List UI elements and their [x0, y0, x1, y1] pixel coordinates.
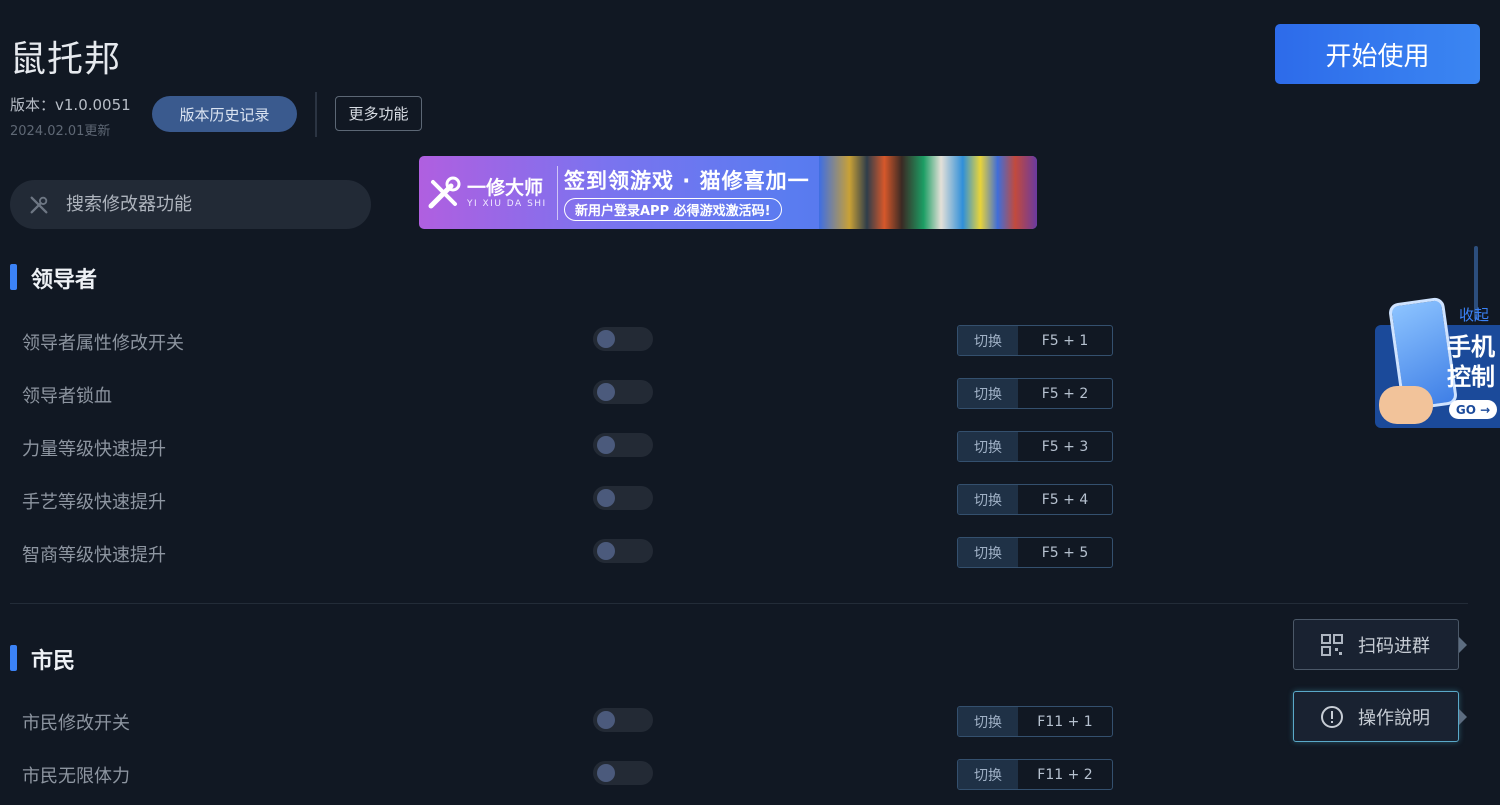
- go-badge: GO →: [1449, 400, 1497, 419]
- toggle-knob: [597, 383, 615, 401]
- update-date: 2024.02.01更新: [10, 124, 111, 139]
- option-label: 手艺等级快速提升: [22, 492, 166, 513]
- banner-divider: [557, 165, 558, 220]
- instructions-button[interactable]: 操作說明: [1293, 691, 1467, 742]
- arrow-right-icon: [1459, 637, 1467, 653]
- hotkey-switch-label: 切换: [958, 538, 1018, 567]
- phone-card-line2: 控制: [1447, 363, 1495, 391]
- search-box[interactable]: [10, 180, 371, 229]
- search-input[interactable]: [66, 194, 326, 215]
- banner-headline: 签到领游戏 · 猫修喜加一: [564, 168, 810, 193]
- hotkey-field[interactable]: 切换 F5 + 2: [957, 378, 1113, 409]
- option-toggle[interactable]: [593, 708, 653, 732]
- option-toggle[interactable]: [593, 761, 653, 785]
- hotkey-switch-label: 切换: [958, 432, 1018, 461]
- section-title-citizen: 市民: [31, 649, 76, 674]
- banner-brand: 一修大师 YI XIU DA SHI: [419, 156, 555, 229]
- option-label: 市民修改开关: [22, 713, 130, 734]
- option-toggle[interactable]: [593, 327, 653, 351]
- hotkey-field[interactable]: 切换 F5 + 3: [957, 431, 1113, 462]
- hotkey-value: F5 + 4: [1041, 491, 1089, 508]
- join-group-label: 扫码进群: [1358, 635, 1430, 657]
- hotkey-value: F11 + 1: [1037, 713, 1093, 730]
- arrow-right-icon: [1459, 709, 1467, 725]
- toggle-knob: [597, 542, 615, 560]
- option-label: 智商等级快速提升: [22, 545, 166, 566]
- option-label: 领导者锁血: [22, 386, 112, 407]
- section-divider: [10, 603, 1468, 604]
- hotkey-value: F5 + 5: [1041, 544, 1089, 561]
- hotkey-switch-label: 切换: [958, 326, 1018, 355]
- banner-brand-sub: YI XIU DA SHI: [467, 198, 547, 209]
- hotkey-switch-label: 切换: [958, 485, 1018, 514]
- tools-icon: [30, 196, 48, 213]
- promo-banner[interactable]: 一修大师 YI XIU DA SHI 签到领游戏 · 猫修喜加一 新用户登录AP…: [419, 156, 1037, 229]
- version-text: 版本：v1.0.0051: [10, 96, 131, 114]
- hotkey-field[interactable]: 切换 F11 + 2: [957, 759, 1113, 790]
- toggle-knob: [597, 330, 615, 348]
- hand-icon: [1379, 386, 1433, 424]
- collapse-link[interactable]: 收起: [1459, 304, 1489, 325]
- banner-game-art: [819, 156, 1037, 229]
- hotkey-value: F5 + 3: [1041, 438, 1089, 455]
- banner-brand-name: 一修大师: [467, 176, 544, 199]
- join-group-button[interactable]: 扫码进群: [1293, 619, 1467, 670]
- hotkey-value: F5 + 1: [1041, 332, 1089, 349]
- toggle-knob: [597, 436, 615, 454]
- toggle-knob: [597, 711, 615, 729]
- qr-code-icon: [1321, 633, 1343, 656]
- hotkey-field[interactable]: 切换 F11 + 1: [957, 706, 1113, 737]
- banner-slogan: 签到领游戏 · 猫修喜加一 新用户登录APP 必得游戏激活码!: [564, 165, 822, 221]
- toggle-knob: [597, 489, 615, 507]
- wrench-icon: [428, 176, 461, 208]
- hotkey-switch-label: 切换: [958, 379, 1018, 408]
- version-history-button[interactable]: 版本历史记录: [152, 96, 297, 132]
- hotkey-field[interactable]: 切换 F5 + 1: [957, 325, 1113, 356]
- section-title-leader: 领导者: [31, 268, 98, 293]
- info-icon: [1321, 705, 1343, 728]
- option-label: 力量等级快速提升: [22, 439, 166, 460]
- banner-pill: 新用户登录APP 必得游戏激活码!: [564, 197, 782, 221]
- start-button[interactable]: 开始使用: [1275, 24, 1480, 84]
- phone-card-text: 手机 控制: [1447, 332, 1495, 392]
- toggle-knob: [597, 764, 615, 782]
- hotkey-field[interactable]: 切换 F5 + 5: [957, 537, 1113, 568]
- hotkey-value: F5 + 2: [1041, 385, 1089, 402]
- header-divider: [315, 92, 317, 137]
- hotkey-switch-label: 切换: [958, 760, 1018, 789]
- instructions-label: 操作說明: [1358, 707, 1430, 729]
- hotkey-value: F11 + 2: [1037, 766, 1093, 783]
- phone-card-line1: 手机: [1447, 333, 1495, 361]
- option-toggle[interactable]: [593, 539, 653, 563]
- option-label: 市民无限体力: [22, 766, 130, 787]
- option-toggle[interactable]: [593, 433, 653, 457]
- section-marker: [10, 645, 17, 671]
- more-features-button[interactable]: 更多功能: [335, 96, 422, 131]
- option-toggle[interactable]: [593, 380, 653, 404]
- app-title: 鼠托邦: [10, 39, 122, 80]
- hotkey-switch-label: 切换: [958, 707, 1018, 736]
- hotkey-field[interactable]: 切换 F5 + 4: [957, 484, 1113, 515]
- option-toggle[interactable]: [593, 486, 653, 510]
- option-label: 领导者属性修改开关: [22, 333, 184, 354]
- section-marker: [10, 264, 17, 290]
